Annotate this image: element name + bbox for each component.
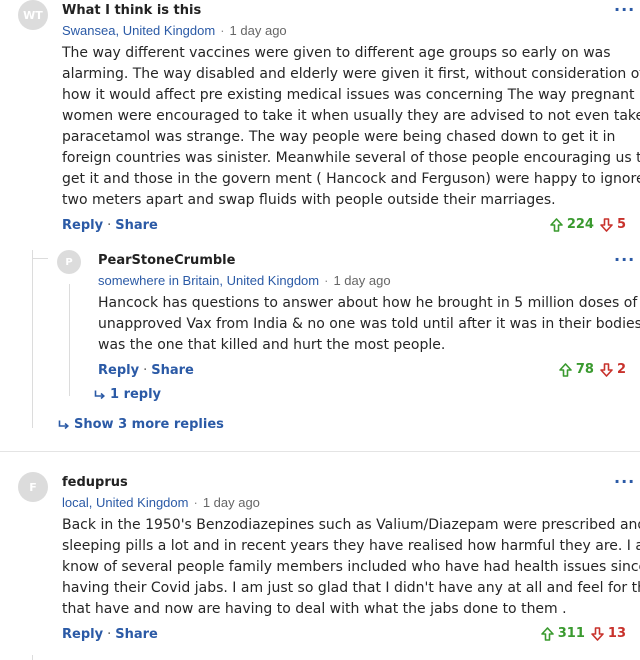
comment-time: 1 day ago — [229, 23, 287, 38]
upvote-count: 311 — [557, 626, 585, 641]
thread-line — [32, 655, 33, 660]
comment-time: 1 day ago — [202, 495, 260, 510]
comment-author[interactable]: feduprus — [62, 475, 128, 490]
thread-line — [32, 258, 48, 259]
vote-controls: 311 13 — [540, 626, 626, 641]
comment-text-line: alarming. The way disabled and elderly w… — [62, 66, 640, 82]
separator-dot: · — [220, 23, 225, 38]
comment-actions: Reply · Share — [62, 627, 158, 642]
downvote-count: 13 — [607, 626, 626, 641]
comment-actions: Reply · Share — [62, 218, 158, 233]
reply-button[interactable]: Reply — [62, 218, 103, 233]
comment-location[interactable]: Swansea, United Kingdom — [62, 23, 215, 38]
upvote-button[interactable]: 311 — [540, 626, 585, 641]
comment-text-line: having their Covid jabs. I am just so gl… — [62, 580, 640, 596]
upvote-button[interactable]: 78 — [559, 362, 594, 377]
reply-arrow-icon — [94, 390, 105, 399]
avatar: WT — [18, 0, 48, 30]
reply-text-line: Hancock has questions to answer about ho… — [98, 295, 640, 311]
share-button[interactable]: Share — [115, 627, 158, 642]
separator-dot: · — [193, 495, 198, 510]
reply-location[interactable]: somewhere in Britain, United Kingdom — [98, 273, 319, 288]
reply-author[interactable]: PearStoneCrumble — [98, 253, 235, 268]
avatar: P — [57, 250, 81, 274]
upvote-count: 224 — [566, 217, 594, 232]
reply-button[interactable]: Reply — [62, 627, 103, 642]
reply-time: 1 day ago — [333, 273, 391, 288]
upvote-button[interactable]: 224 — [550, 217, 594, 232]
downvote-button[interactable]: 2 — [600, 362, 626, 377]
avatar: F — [18, 472, 48, 502]
reply-body: Hancock has questions to answer about ho… — [98, 293, 640, 356]
comment-text-line: sleeping pills a lot and in recent years… — [62, 538, 640, 554]
separator-dot: · — [143, 363, 148, 378]
separator-dot: · — [324, 273, 329, 288]
arrow-down-icon — [600, 217, 613, 232]
comment-meta: Swansea, United Kingdom · 1 day ago — [62, 23, 287, 38]
share-button[interactable]: Share — [151, 363, 194, 378]
comment-text-line: foreign countries was sinister. Meanwhil… — [62, 150, 640, 166]
more-options-icon[interactable]: ··· — [614, 472, 635, 491]
upvote-count: 78 — [575, 362, 594, 377]
reply-meta: somewhere in Britain, United Kingdom · 1 d… — [98, 273, 391, 288]
comment-text-line: two meters apart and swap fluids with pe… — [62, 192, 556, 208]
show-more-replies-link[interactable]: Show 3 more replies — [58, 417, 224, 432]
comment-text-line: The way different vaccines were given to… — [62, 45, 611, 61]
downvote-count: 5 — [616, 217, 626, 232]
reply-arrow-icon — [58, 420, 69, 429]
comment-text-line: women were encouraged to take it when us… — [62, 108, 640, 124]
downvote-button[interactable]: 5 — [600, 217, 626, 232]
comment-divider — [0, 451, 640, 452]
reply-text-line: unapproved Vax from India & no one was t… — [98, 316, 640, 332]
separator-dot: · — [107, 627, 112, 642]
arrow-up-icon — [559, 362, 572, 377]
comment-text-line: get it and those in the govern ment ( Ha… — [62, 171, 640, 187]
comment-meta: local, United Kingdom · 1 day ago — [62, 495, 260, 510]
vote-controls: 78 2 — [559, 362, 626, 377]
arrow-up-icon — [550, 217, 563, 232]
downvote-count: 2 — [616, 362, 626, 377]
thread-line — [69, 284, 70, 396]
thread-line — [32, 250, 33, 428]
show-more-replies-label: Show 3 more replies — [74, 417, 224, 432]
comment-text-line: how it would affect pre existing medical… — [62, 87, 635, 103]
comment-text-line: Back in the 1950's Benzodiazepines such … — [62, 517, 640, 533]
share-button[interactable]: Share — [115, 218, 158, 233]
separator-dot: · — [107, 218, 112, 233]
comment-author[interactable]: What I think is this — [62, 3, 201, 18]
reply-text-line: was the one that killed and hurt the mos… — [98, 337, 446, 353]
more-options-icon[interactable]: ··· — [614, 250, 635, 269]
comment-body: Back in the 1950's Benzodiazepines such … — [62, 515, 640, 620]
reply-button[interactable]: Reply — [98, 363, 139, 378]
comment-text-line: know of several people family members in… — [62, 559, 640, 575]
downvote-button[interactable]: 13 — [591, 626, 626, 641]
arrow-down-icon — [591, 626, 604, 641]
arrow-down-icon — [600, 362, 613, 377]
reply-actions: Reply · Share — [98, 363, 194, 378]
more-options-icon[interactable]: ··· — [614, 0, 635, 19]
view-replies-link[interactable]: 1 reply — [94, 387, 161, 402]
arrow-up-icon — [540, 626, 554, 641]
comment-text-line: paracetamol was strange. The way people … — [62, 129, 616, 145]
comment-text-line: that have and now are having to deal wit… — [62, 601, 567, 617]
comment-location[interactable]: local, United Kingdom — [62, 495, 188, 510]
view-replies-label: 1 reply — [110, 387, 162, 402]
comment-body: The way different vaccines were given to… — [62, 43, 640, 211]
vote-controls: 224 5 — [550, 217, 626, 232]
